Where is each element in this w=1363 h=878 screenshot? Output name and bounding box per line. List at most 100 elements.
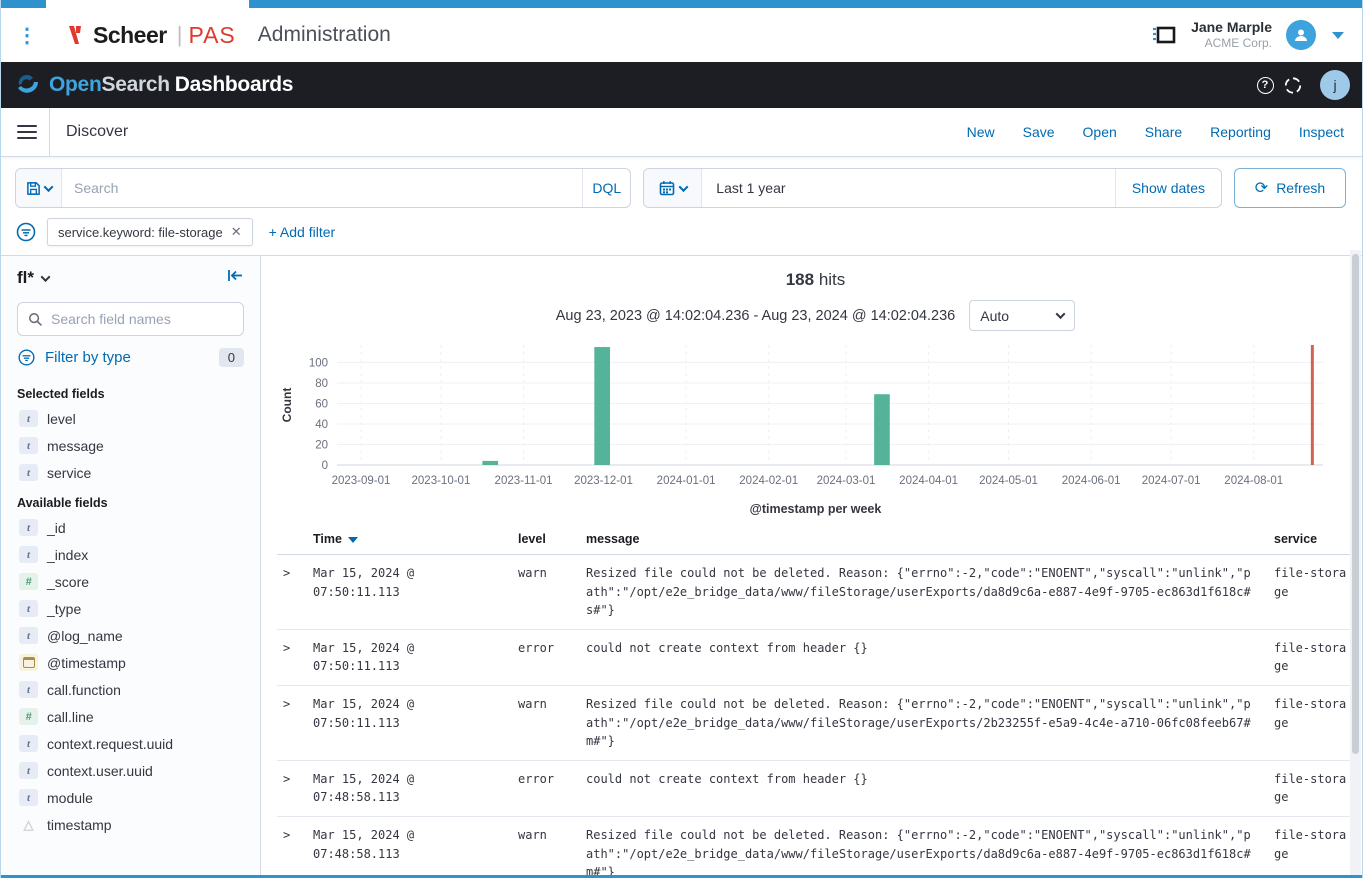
histogram-bar[interactable] [874,394,890,465]
field-name: context.user.uuid [47,763,153,779]
brand-pas: PAS [188,22,235,49]
field-name: _id [47,520,66,536]
calendar-icon [659,180,675,196]
expand-row-icon[interactable]: > [283,641,290,655]
user-avatar-icon[interactable] [1286,20,1316,50]
service-column-header[interactable]: service [1268,526,1354,555]
collapse-sidebar-icon[interactable] [227,268,244,288]
field-item-timestamp[interactable]: △timestamp [17,811,244,838]
field-item-context.user.uuid[interactable]: t context.user.uuid [17,757,244,784]
level-column-header[interactable]: level [512,526,580,555]
svg-text:2024-07-01: 2024-07-01 [1142,475,1201,487]
log-panel-icon[interactable] [1151,23,1177,47]
sort-desc-icon[interactable] [348,537,358,543]
save-icon [26,181,41,196]
histogram-bar[interactable] [482,461,498,465]
histogram-chart[interactable]: 020406080100Count2023-09-012023-10-01202… [277,337,1354,494]
expand-row-icon[interactable]: > [283,828,290,842]
refresh-button[interactable]: ⟳ Refresh [1234,168,1346,208]
field-search-input[interactable] [51,311,233,327]
app-menu-kebab-icon[interactable]: ⋮ [15,23,39,48]
histogram-bar[interactable] [594,347,610,465]
field-item-_score[interactable]: #_score [17,568,244,595]
time-column-header[interactable]: Time [307,526,512,555]
field-item-context.request.uuid[interactable]: tcontext.request.uuid [17,730,244,757]
filter-remove-icon[interactable]: ✕ [231,224,242,240]
message-column-header[interactable]: message [580,526,1268,555]
osd-user-avatar[interactable]: j [1320,70,1350,100]
field-type-number-icon: # [19,573,38,590]
user-menu-caret-icon[interactable] [1332,32,1344,39]
field-item-_type[interactable]: t_type [17,595,244,622]
interval-select[interactable]: Auto [969,300,1075,331]
vertical-scrollbar[interactable] [1350,250,1361,875]
logo-text-dashboards: Dashboards [175,73,293,96]
hits-summary: 188 hits [277,270,1354,290]
field-item-_index[interactable]: t_index [17,541,244,568]
chevron-down-icon[interactable] [41,272,51,282]
svg-text:2024-04-01: 2024-04-01 [899,475,958,487]
field-item-module[interactable]: tmodule [17,784,244,811]
svg-text:2023-12-01: 2023-12-01 [574,475,633,487]
svg-text:2024-02-01: 2024-02-01 [739,475,798,487]
filter-by-type-button[interactable]: Filter by type [45,349,131,366]
field-item-call.function[interactable]: tcall.function [17,676,244,703]
filter-icon[interactable] [15,221,37,243]
svg-text:2024-03-01: 2024-03-01 [817,475,876,487]
date-picker-calendar-button[interactable] [644,169,702,207]
results-table: Time level message service >Mar 15, 2024… [277,526,1354,877]
field-name: @log_name [47,628,123,644]
field-type-text-icon: t [19,762,38,779]
field-type-text-icon: t [19,600,38,617]
field-item-level[interactable]: tlevel [17,405,244,432]
available-fields-list: t_idt_index#_scoret_typet@log_name@times… [17,514,244,838]
window-top-accent [1,0,1362,8]
field-name: context.request.uuid [47,736,173,752]
help-icon[interactable]: ? [1256,76,1274,94]
opensearch-logo: OpenSearchDashboards [15,72,293,98]
time-range-value[interactable]: Last 1 year [702,180,1115,196]
index-pattern-select[interactable]: fl* [17,268,34,288]
opensearch-header: OpenSearchDashboards ? j [1,62,1362,108]
field-item-call.line[interactable]: #call.line [17,703,244,730]
filter-pill[interactable]: service.keyword: file-storage ✕ [47,218,253,246]
feedback-icon[interactable] [1284,76,1302,94]
show-dates-button[interactable]: Show dates [1115,169,1221,207]
expand-row-icon[interactable]: > [283,772,290,786]
search-input[interactable] [62,169,582,207]
field-item-@log_name[interactable]: t@log_name [17,622,244,649]
field-item-message[interactable]: tmessage [17,432,244,459]
brand-logo: Scheer | PAS [67,22,236,49]
nav-action-save[interactable]: Save [1023,124,1055,140]
logo-text-open: Open [49,73,101,96]
table-row: >Mar 15, 2024 @ 07:48:58.113warnResized … [277,816,1354,877]
chevron-down-icon [678,182,688,192]
field-item-_id[interactable]: t_id [17,514,244,541]
application-window: ⋮ Scheer | PAS Administration Jane Marpl… [0,0,1363,878]
filter-pill-label: service.keyword: file-storage [58,225,223,240]
scrollbar-thumb[interactable] [1352,254,1359,754]
opensearch-logo-icon [15,72,41,98]
nav-action-inspect[interactable]: Inspect [1299,124,1344,140]
hamburger-menu-icon[interactable] [17,125,37,139]
nav-action-share[interactable]: Share [1145,124,1182,140]
window-top-accent-gap [46,0,249,8]
expand-row-icon[interactable]: > [283,566,290,580]
nav-action-open[interactable]: Open [1083,124,1117,140]
field-name: _index [47,547,88,563]
saved-query-button[interactable] [16,169,62,207]
expand-row-icon[interactable]: > [283,697,290,711]
interval-value: Auto [980,308,1009,324]
field-item-@timestamp[interactable]: @timestamp [17,649,244,676]
svg-text:80: 80 [315,378,328,390]
user-name: Jane Marple [1191,19,1272,36]
nav-action-new[interactable]: New [967,124,995,140]
field-name: message [47,438,104,454]
add-filter-button[interactable]: + Add filter [269,224,336,240]
query-language-button[interactable]: DQL [582,169,630,207]
cell-message: Resized file could not be deleted. Reaso… [580,555,1268,630]
cell-time: Mar 15, 2024 @ 07:48:58.113 [307,760,512,816]
nav-action-reporting[interactable]: Reporting [1210,124,1271,140]
selected-fields-header: Selected fields [17,387,244,401]
field-item-service[interactable]: tservice [17,459,244,486]
